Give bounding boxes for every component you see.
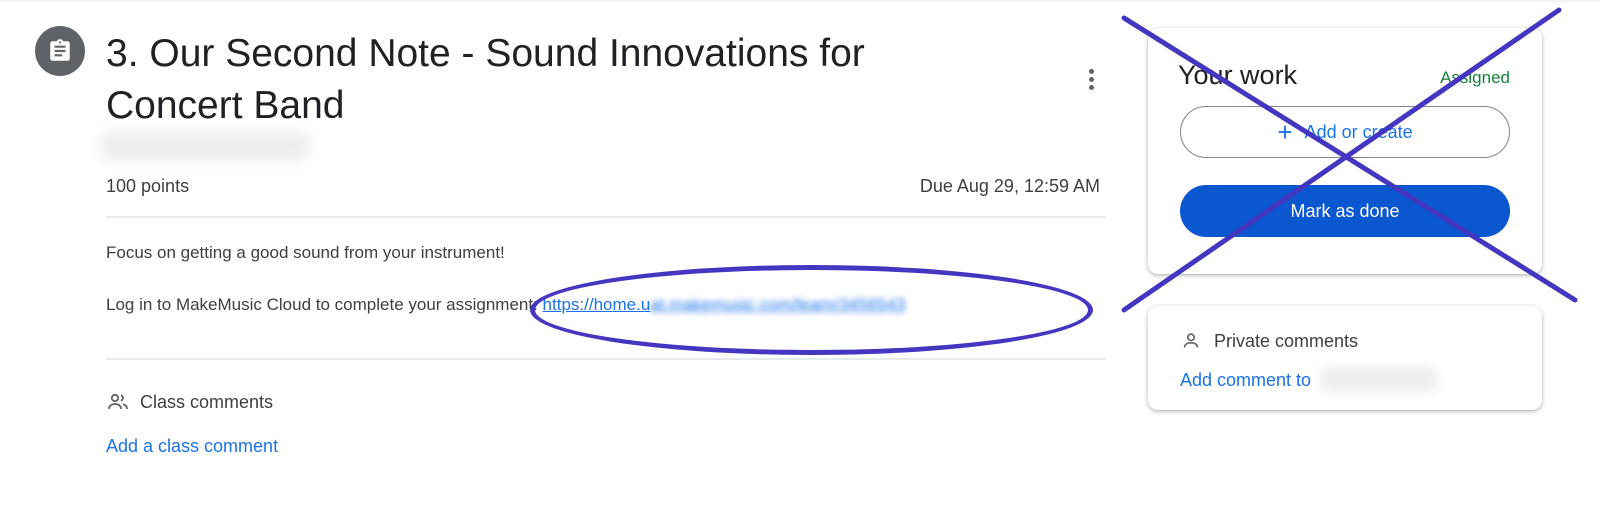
status-badge: Assigned — [1440, 68, 1510, 87]
points-label: 100 points — [106, 176, 190, 196]
comments-divider — [106, 358, 1106, 360]
add-class-comment-link[interactable]: Add a class comment — [106, 436, 278, 457]
assignment-icon — [35, 26, 85, 76]
add-or-create-label: Add or create — [1304, 121, 1413, 142]
private-comments-card — [1148, 306, 1542, 410]
teacher-name-redacted — [1320, 366, 1438, 392]
link-highlight-circle — [530, 265, 1093, 355]
private-comments-label: Private comments — [1214, 330, 1359, 351]
description-line-1: Focus on getting a good sound from your … — [106, 243, 505, 262]
class-comments-header: Class comments — [106, 390, 273, 414]
clipboard-icon — [50, 39, 70, 61]
description-prefix: Log in to MakeMusic Cloud to complete yo… — [106, 295, 543, 314]
add-or-create-button[interactable]: + Add or create — [1180, 106, 1510, 158]
plus-icon: + — [1277, 117, 1293, 147]
header-divider — [106, 216, 1106, 218]
class-comments-label: Class comments — [140, 391, 274, 412]
private-comments-header: Private comments — [1180, 330, 1358, 352]
author-name-redacted — [100, 131, 310, 161]
page-title: 3. Our Second Note - Sound Innovations f… — [106, 32, 865, 127]
more-options-icon[interactable] — [1074, 62, 1108, 96]
top-divider — [0, 0, 1600, 2]
your-work-title: Your work — [1178, 60, 1298, 90]
people-icon — [108, 393, 128, 410]
due-date: Due Aug 29, 12:59 AM — [919, 176, 1100, 196]
add-private-comment-link[interactable]: Add comment to — [1180, 370, 1311, 391]
person-icon — [1183, 333, 1199, 348]
mark-as-done-button[interactable]: Mark as done — [1180, 185, 1510, 237]
